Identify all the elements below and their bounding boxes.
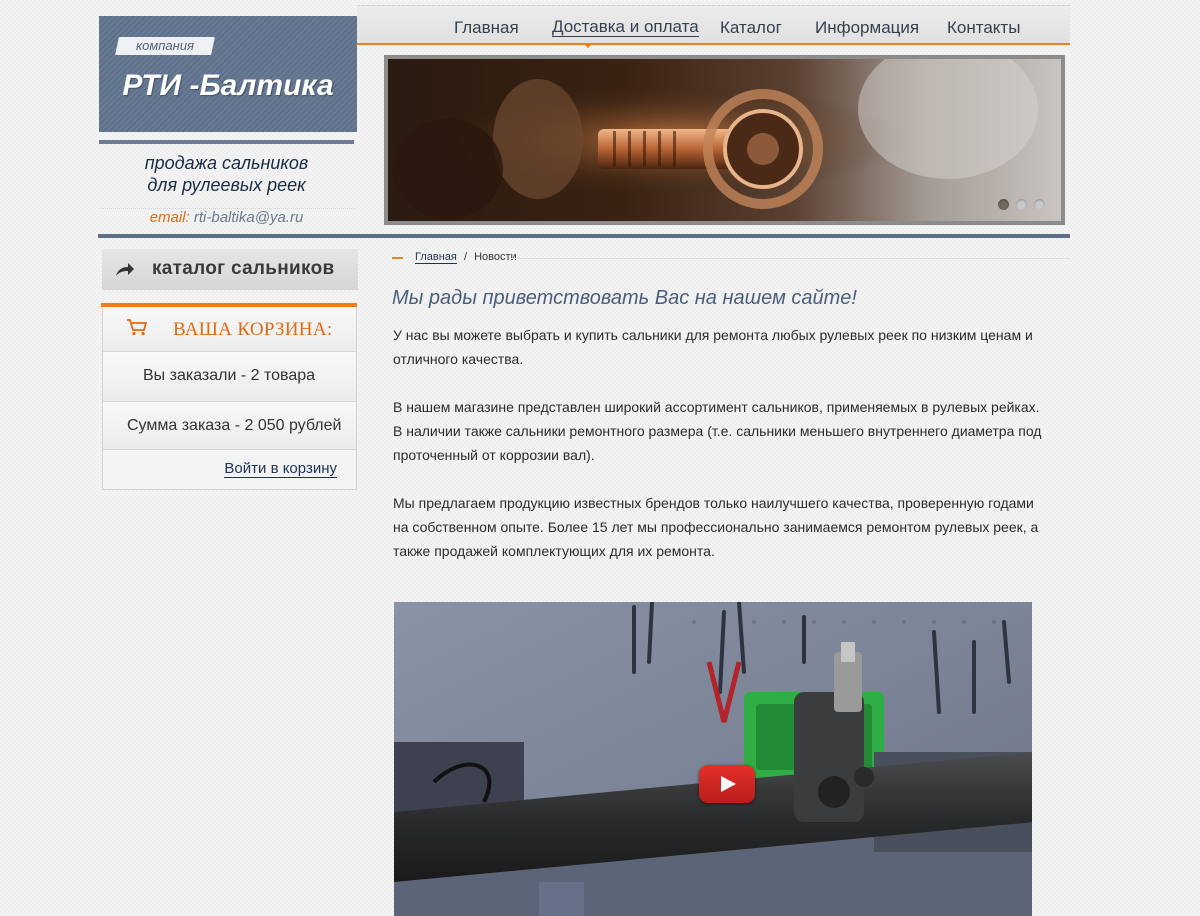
catalog-button-label: каталог сальников: [152, 258, 335, 279]
arrow-right-icon: [116, 263, 134, 276]
play-icon[interactable]: [699, 765, 755, 803]
tagline-line-2: для рулеевых реек: [147, 175, 306, 195]
logo-title: РТИ -Балтика: [122, 69, 334, 102]
nav-item-home[interactable]: Главная: [454, 18, 519, 38]
video-thumbnail: [394, 602, 1032, 916]
breadcrumb-separator: /: [463, 251, 467, 263]
nav-underline: [357, 43, 1070, 45]
top-navigation: Главная Доставка и оплата Каталог Информ…: [357, 5, 1070, 44]
cart-title: ВАША КОРЗИНА:: [173, 319, 333, 340]
slider-dot-1[interactable]: [998, 199, 1009, 210]
banner-image: [388, 59, 1061, 221]
nav-active-caret: [584, 44, 592, 48]
slider-dot-3[interactable]: [1034, 199, 1045, 210]
cart-total: Сумма заказа - 2 050 рублей: [127, 417, 342, 434]
breadcrumb-current: Новости: [474, 251, 517, 263]
article-paragraph-2: В нашем магазине представлен широкий асс…: [393, 399, 1042, 463]
catalog-button[interactable]: каталог сальников: [102, 249, 358, 290]
video-player[interactable]: [394, 602, 1032, 916]
nav-item-delivery[interactable]: Доставка и оплата: [552, 18, 699, 37]
article-paragraph-3: Мы предлагаем продукцию известных брендо…: [393, 495, 1039, 559]
logo-divider: [99, 140, 354, 144]
logo-tag: компания: [115, 37, 215, 55]
banner-slider[interactable]: [384, 55, 1065, 225]
tagline-line-1: продажа сальников: [144, 153, 309, 173]
shopping-cart-icon: [127, 319, 148, 336]
logo[interactable]: компания РТИ -Балтика: [99, 16, 357, 132]
slider-dot-2[interactable]: [1016, 199, 1027, 210]
nav-item-contacts[interactable]: Контакты: [947, 18, 1020, 38]
breadcrumb-marker: [392, 257, 403, 259]
email-info: email: rti-baltika@ya.ru: [99, 208, 354, 226]
article-paragraph-1: У нас вы можете выбрать и купить сальник…: [393, 327, 1033, 367]
cart-ordered-row: Вы заказали - 2 товара: [103, 352, 356, 402]
header-separator: [98, 234, 1070, 238]
nav-item-catalog[interactable]: Каталог: [720, 18, 782, 38]
cart-link[interactable]: Войти в корзину: [224, 460, 337, 478]
cart-header: ВАША КОРЗИНА:: [103, 307, 356, 352]
breadcrumb-home[interactable]: Главная: [415, 251, 457, 264]
breadcrumb-rule: [510, 258, 1070, 259]
cart-widget: ВАША КОРЗИНА: Вы заказали - 2 товара Сум…: [102, 307, 357, 490]
email-label: email:: [149, 209, 190, 226]
page-title: Мы рады приветствовать Вас на нашем сайт…: [392, 287, 857, 309]
email-address[interactable]: rti-baltika@ya.ru: [194, 209, 303, 226]
nav-item-info[interactable]: Информация: [815, 18, 919, 38]
breadcrumb: Главная / Новости: [415, 251, 517, 264]
cart-ordered: Вы заказали - 2 товара: [143, 367, 316, 384]
cart-total-row: Сумма заказа - 2 050 рублей: [103, 402, 356, 450]
article-body: У нас вы можете выбрать и купить сальник…: [393, 323, 1043, 587]
tagline: продажа сальников для рулеевых реек: [99, 152, 354, 196]
